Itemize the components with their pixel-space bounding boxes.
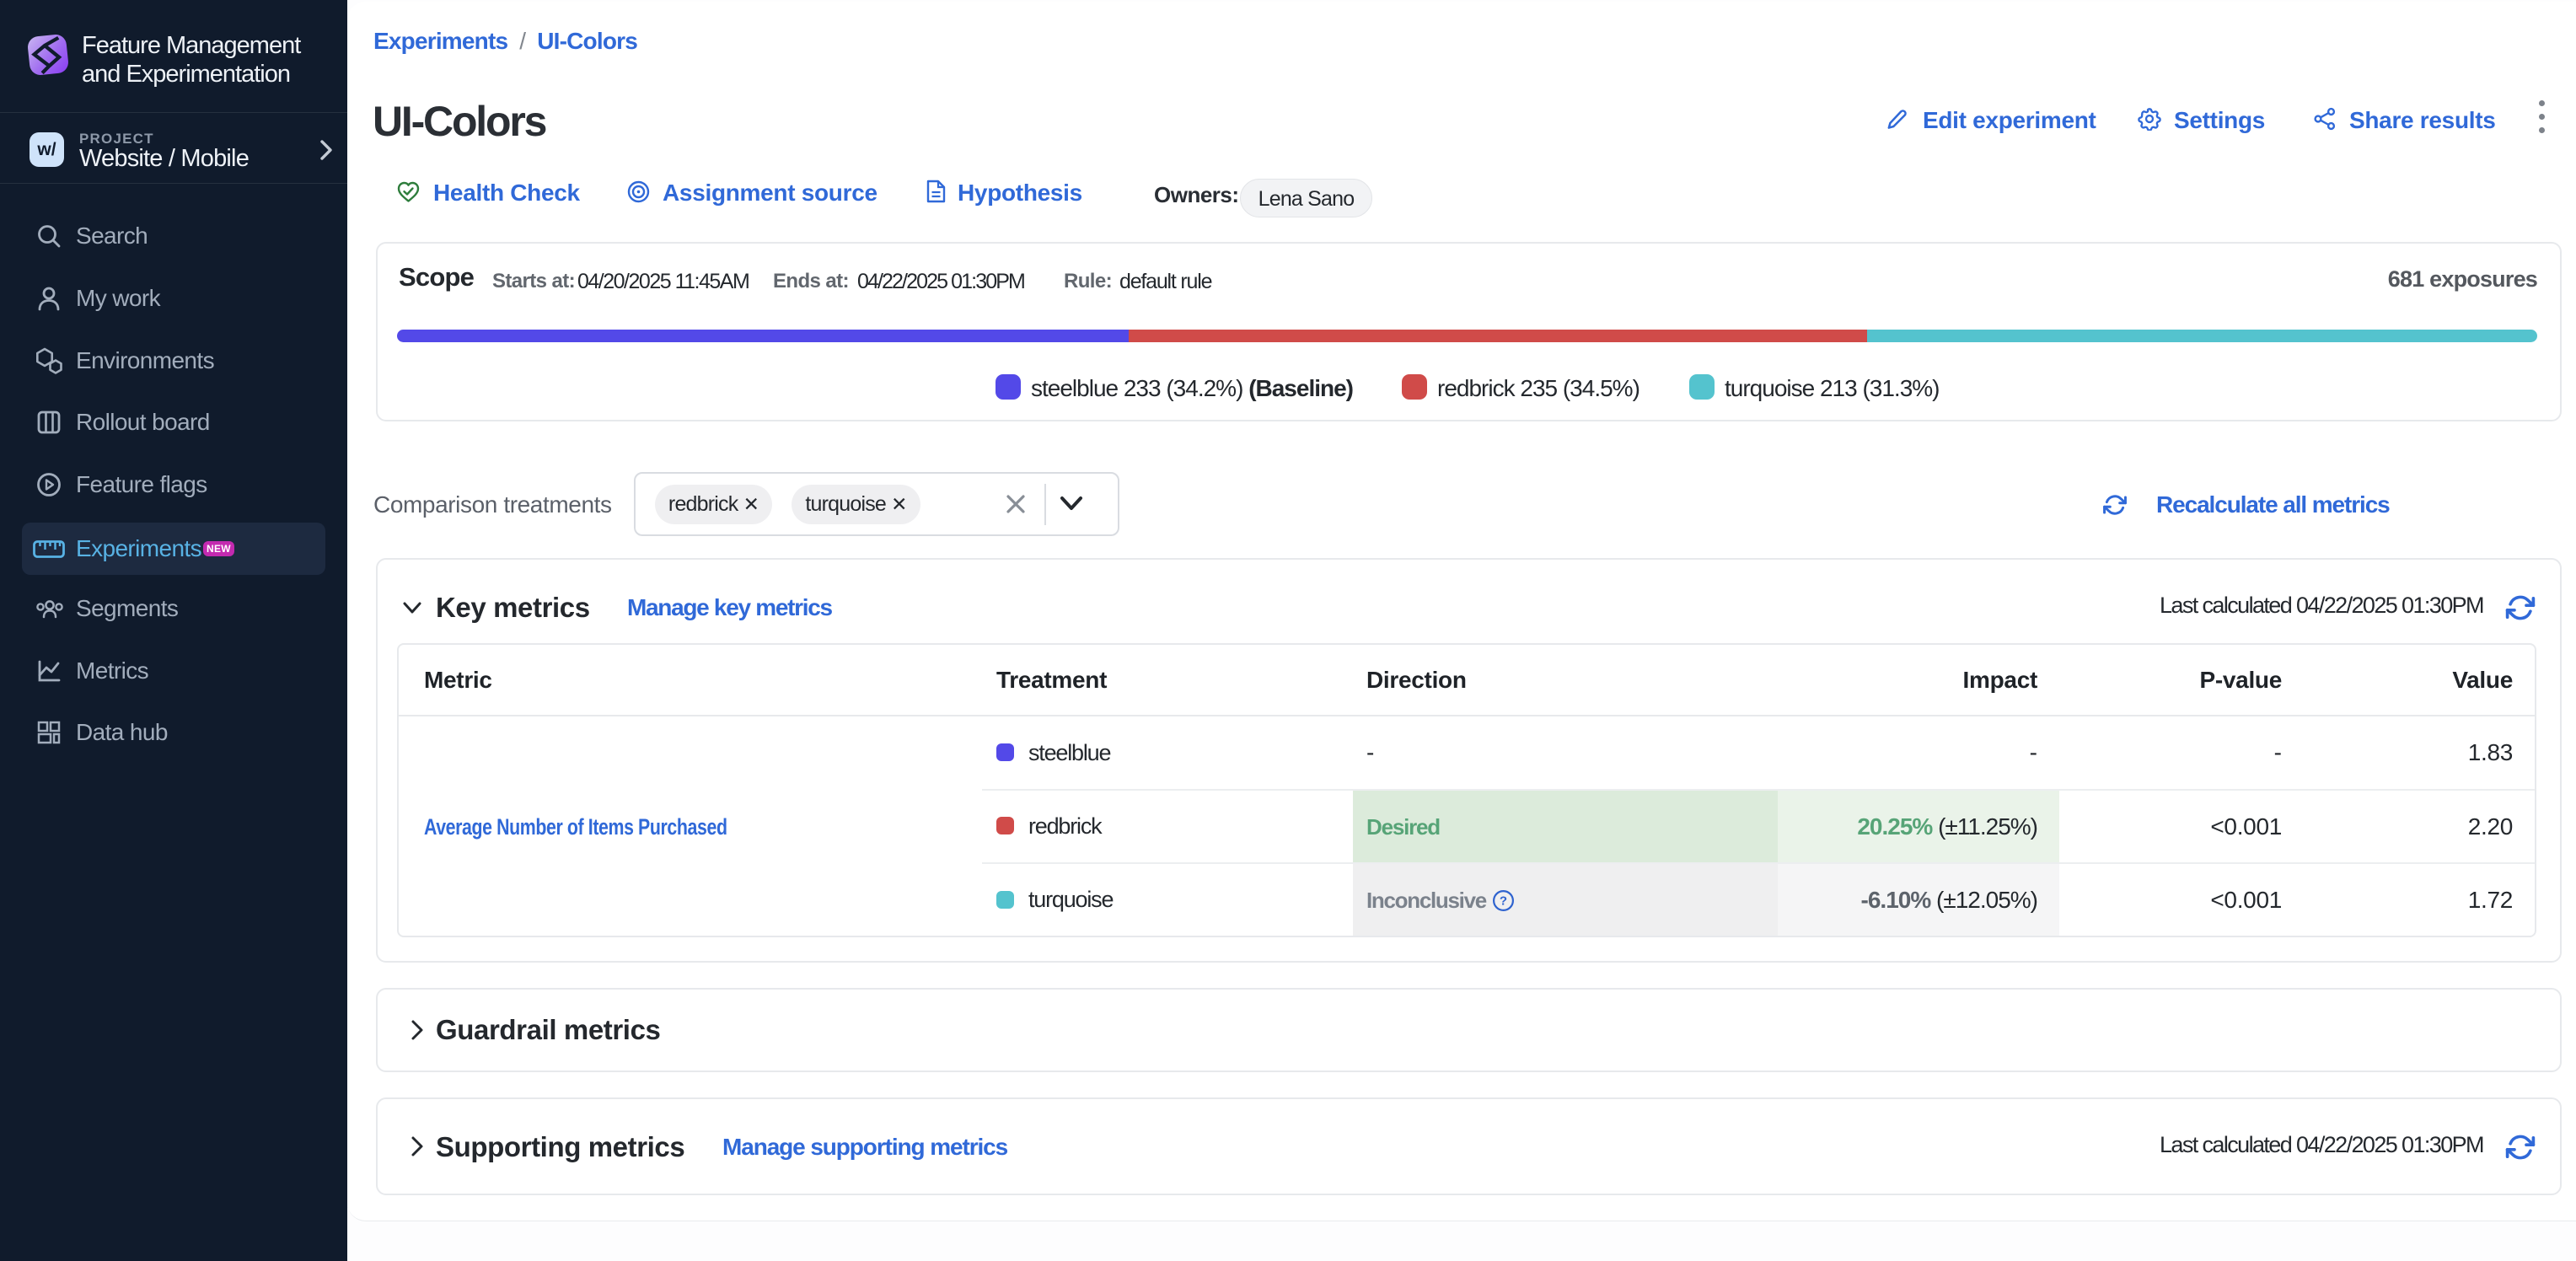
svg-text:?: ? bbox=[1500, 894, 1507, 909]
